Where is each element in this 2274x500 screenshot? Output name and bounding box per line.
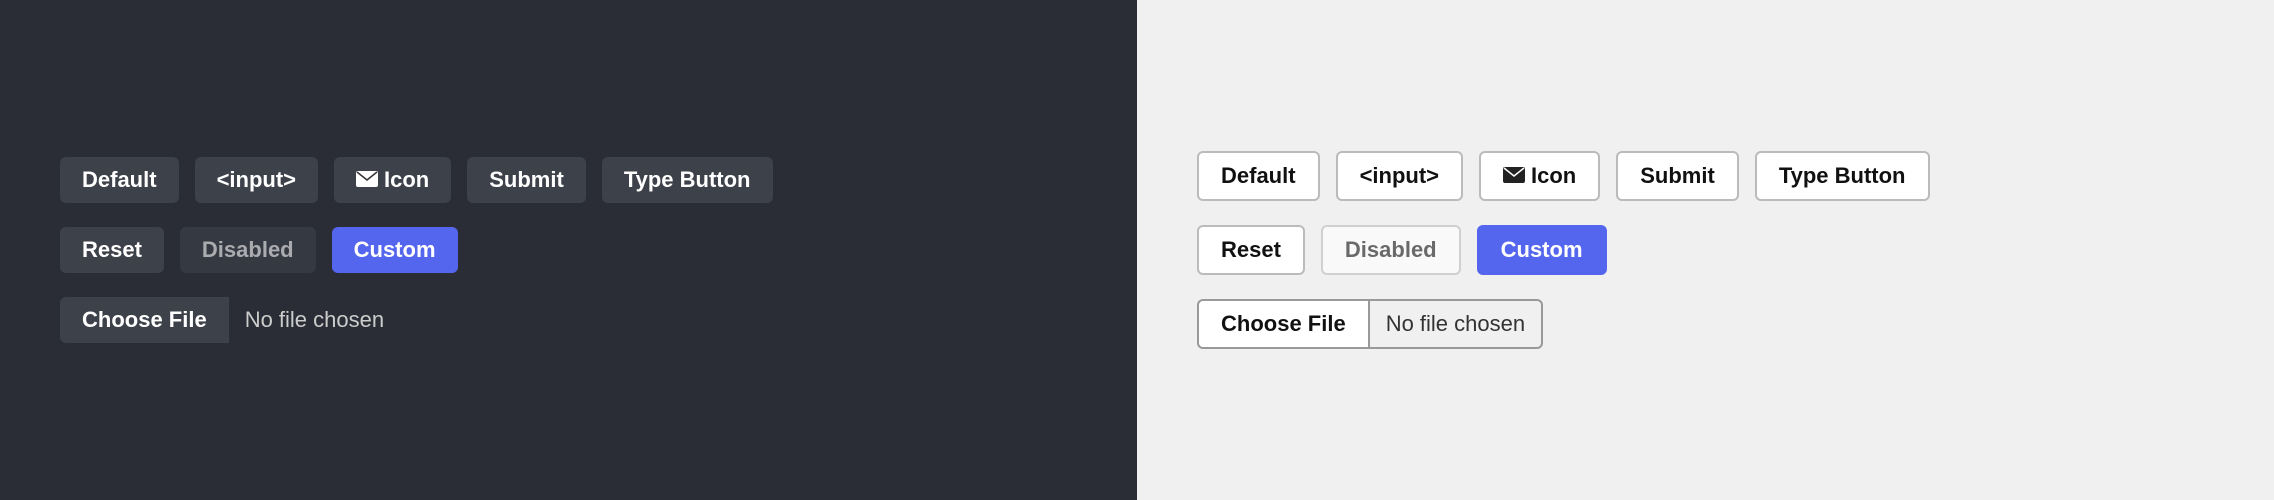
dark-icon-button[interactable]: Icon	[334, 157, 451, 203]
light-row-1: Default <input> Icon Submit Type Button	[1197, 151, 1930, 201]
light-disabled-button: Disabled	[1321, 225, 1461, 275]
dark-panel: Default <input> Icon Submit Type Button …	[0, 0, 1137, 500]
dark-choose-file-button[interactable]: Choose File	[60, 297, 229, 343]
dark-default-button[interactable]: Default	[60, 157, 179, 203]
light-reset-button[interactable]: Reset	[1197, 225, 1305, 275]
light-row-2: Reset Disabled Custom	[1197, 225, 1607, 275]
light-choose-file-button[interactable]: Choose File	[1197, 299, 1369, 349]
light-custom-button[interactable]: Custom	[1477, 225, 1607, 275]
dark-custom-button[interactable]: Custom	[332, 227, 458, 273]
envelope-icon-light	[1503, 163, 1525, 189]
dark-type-button-button[interactable]: Type Button	[602, 157, 773, 203]
dark-icon-label: Icon	[384, 167, 429, 193]
dark-no-file-label: No file chosen	[229, 297, 400, 343]
light-icon-button[interactable]: Icon	[1479, 151, 1600, 201]
dark-reset-button[interactable]: Reset	[60, 227, 164, 273]
dark-file-row: Choose File No file chosen	[60, 297, 400, 343]
dark-submit-button[interactable]: Submit	[467, 157, 586, 203]
light-submit-button[interactable]: Submit	[1616, 151, 1739, 201]
envelope-icon	[356, 167, 378, 193]
light-file-row: Choose File No file chosen	[1197, 299, 1543, 349]
dark-input-button[interactable]: <input>	[195, 157, 318, 203]
light-icon-label: Icon	[1531, 163, 1576, 189]
dark-row-2: Reset Disabled Custom	[60, 227, 458, 273]
light-type-button-button[interactable]: Type Button	[1755, 151, 1930, 201]
dark-row-1: Default <input> Icon Submit Type Button	[60, 157, 773, 203]
light-panel: Default <input> Icon Submit Type Button …	[1137, 0, 2274, 500]
light-no-file-label: No file chosen	[1369, 299, 1543, 349]
light-input-button[interactable]: <input>	[1336, 151, 1463, 201]
light-default-button[interactable]: Default	[1197, 151, 1320, 201]
dark-disabled-button: Disabled	[180, 227, 316, 273]
